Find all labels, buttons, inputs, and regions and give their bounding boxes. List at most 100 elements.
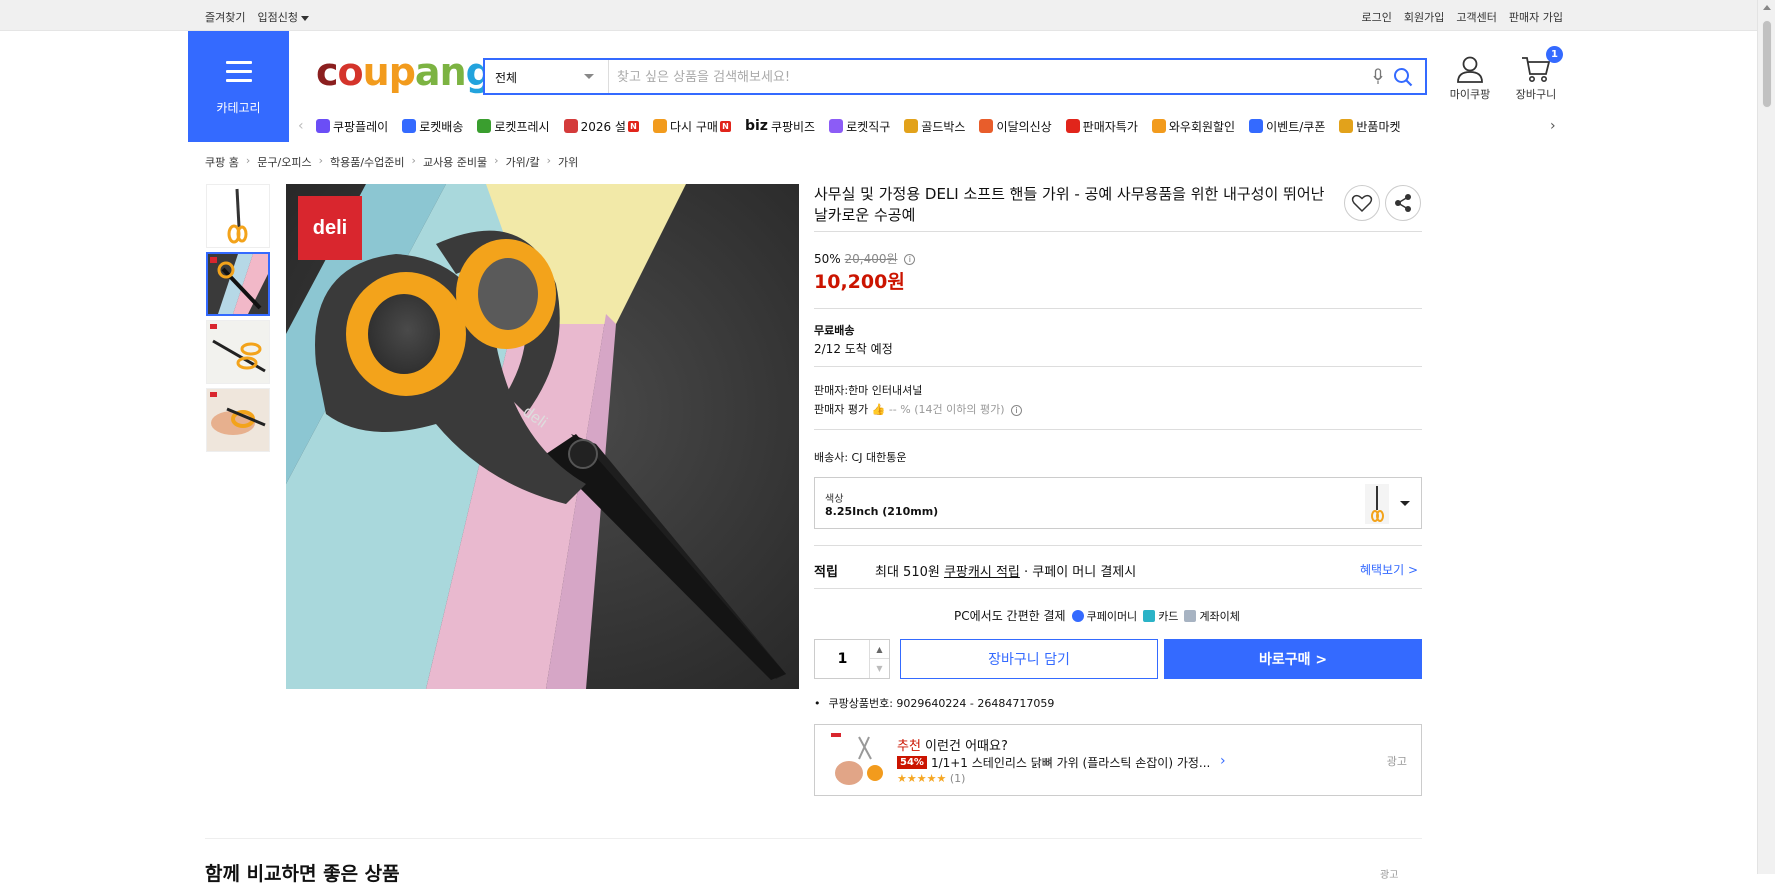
nav-item[interactable]: 반품마켓 [1339, 118, 1401, 135]
seller-apply-menu[interactable]: 입점신청 [257, 9, 309, 25]
color-option-select[interactable]: 색상 8.25Inch (210mm) [814, 477, 1422, 529]
product-thumbnail[interactable] [206, 184, 270, 248]
seller-signup-link[interactable]: 판매자 가입 [1509, 9, 1563, 25]
scroll-up-arrow-icon[interactable] [1763, 5, 1771, 10]
login-link[interactable]: 로그인 [1362, 9, 1392, 25]
product-thumbnail[interactable] [206, 320, 270, 384]
nav-item[interactable]: biz 쿠팡비즈 [745, 118, 815, 135]
coupang-cash-link[interactable]: 쿠팡캐시 적립 [944, 565, 1020, 580]
product-number: 쿠팡상품번호: 9029640224 - 26484717059 [814, 695, 1055, 711]
home-icon [652, 119, 667, 133]
favorites-link[interactable]: 즐겨찾기 [205, 9, 245, 25]
recommendation-head: 추천 이런건 어때요? [897, 735, 1008, 754]
category-menu-button[interactable]: 카테고리 [188, 31, 289, 142]
gift-icon [563, 119, 578, 133]
rocket-fresh-icon [477, 119, 492, 133]
divider [814, 231, 1422, 232]
option-thumbnail [1365, 484, 1389, 524]
share-button[interactable] [1385, 185, 1421, 221]
buy-now-button[interactable]: 바로구매 > [1164, 639, 1422, 679]
wishlist-button[interactable] [1344, 185, 1380, 221]
carrier-info: 배송사: CJ 대한통운 [814, 451, 907, 464]
nav-next-icon[interactable]: › [1550, 118, 1568, 134]
rocket-icon [402, 119, 417, 133]
nav-item-label: 판매자특가 [1082, 119, 1138, 134]
product-thumbnail-selected[interactable] [206, 252, 270, 316]
search-bar: 전체 [483, 58, 1427, 95]
info-icon[interactable]: i [1011, 404, 1022, 416]
add-to-cart-button[interactable]: 장바구니 담기 [900, 639, 1158, 679]
cart-button[interactable]: 1 장바구니 [1510, 46, 1563, 102]
cart-label: 장바구니 [1515, 88, 1557, 101]
signup-link[interactable]: 회원가입 [1404, 9, 1444, 25]
reward-text: 최대 510원 쿠팡캐시 적립 · 쿠페이 머니 결제시 [875, 561, 1136, 580]
info-icon[interactable]: i [904, 254, 916, 265]
logo-letter: p [388, 50, 416, 94]
option-value: 8.25Inch (210mm) [825, 505, 939, 518]
breadcrumb-item[interactable]: 학용품/수업준비 [330, 154, 405, 170]
nav-item[interactable]: 골드박스 [904, 118, 965, 135]
nav-item[interactable]: 판매자특가 [1065, 118, 1138, 135]
quantity-decrease-icon[interactable]: ▼ [869, 659, 889, 678]
nav-item-label: 다시 구매 [669, 119, 718, 134]
customer-center-link[interactable]: 고객센터 [1456, 9, 1496, 25]
chevron-right-icon[interactable]: › [1220, 753, 1226, 769]
bank-transfer-item: 계좌이체 [1184, 608, 1240, 624]
new-badge: N [719, 120, 731, 132]
microphone-icon[interactable] [1373, 68, 1383, 86]
nav-item[interactable]: 로켓프레시 [477, 118, 550, 135]
nav-item[interactable]: 이벤트/쿠폰 [1249, 118, 1325, 135]
breadcrumb-item[interactable]: 쿠팡 홈 [205, 154, 239, 170]
chevron-down-icon [300, 15, 309, 21]
product-main-image[interactable]: deli deli [286, 184, 799, 689]
coupay-money-item: 쿠페이머니 [1071, 608, 1137, 624]
search-input[interactable] [617, 66, 1337, 88]
search-scope-value: 전체 [495, 71, 518, 85]
logo-letter: c [316, 50, 339, 94]
breadcrumb-item[interactable]: 가위/칼 [506, 154, 540, 170]
shipping-date: 2/12 도착 예정 [814, 342, 893, 356]
recommendation-head-text: 이런건 어때요? [920, 739, 1008, 754]
divider [814, 588, 1422, 589]
quantity-input[interactable] [815, 640, 870, 678]
divider [814, 366, 1422, 367]
coupang-logo[interactable]: coupang [316, 50, 493, 94]
nav-prev-icon[interactable]: ‹ [298, 118, 316, 134]
breadcrumb: 쿠팡 홈 › 문구/오피스 › 학용품/수업준비 › 교사용 준비물 › 가위/칼 › 가… [205, 154, 578, 170]
nav-item[interactable]: 로켓배송 [402, 118, 463, 135]
globe-icon [829, 119, 844, 133]
search-scope-select[interactable]: 전체 [485, 60, 609, 93]
nav-item-label: 쿠팡비즈 [770, 119, 816, 134]
seller-name[interactable]: 판매자:한마 인터내셔널 [814, 382, 922, 398]
nav-item[interactable]: 2026 설N [563, 118, 639, 135]
logo-letter: u [362, 50, 390, 94]
scrollbar-thumb[interactable] [1762, 20, 1772, 108]
quantity-increase-icon[interactable]: ▲ [869, 640, 889, 659]
breadcrumb-item[interactable]: 문구/오피스 [257, 154, 311, 170]
recommendation-image [829, 731, 887, 789]
mycoupang-button[interactable]: 마이쿠팡 [1445, 55, 1495, 102]
coupon-icon [1249, 119, 1264, 133]
seller-apply-label: 입점신청 [257, 11, 298, 24]
nav-item-label: 2026 설 [580, 119, 626, 134]
product-thumbnail[interactable] [206, 388, 270, 452]
reward-label: 적립 [814, 565, 838, 580]
nav-item[interactable]: 쿠팡플레이 [316, 118, 388, 135]
page-scrollbar[interactable] [1757, 0, 1775, 874]
nav-item[interactable]: 이달의신상 [979, 118, 1052, 135]
market-icon [1339, 119, 1354, 133]
top-utility-bar: 즐겨찾기 입점신청 로그인 회원가입 고객센터 판매자 가입 [0, 0, 1757, 31]
ad-label: 광고 [1386, 755, 1407, 768]
play-icon [316, 119, 330, 133]
discount-rate: 50% [814, 252, 841, 266]
nav-item[interactable]: 다시 구매 N [652, 118, 731, 135]
breadcrumb-item[interactable]: 교사용 준비물 [423, 154, 487, 170]
nav-item[interactable]: 와우회원할인 [1151, 118, 1235, 135]
recommendation-card[interactable]: 추천 이런건 어때요? 54% 1/1+1 스테인리스 닭뼈 가위 (플라스틱 … [814, 724, 1422, 796]
benefits-link[interactable]: 혜택보기 > [1360, 561, 1418, 578]
recommendation-name: 1/1+1 스테인리스 닭뼈 가위 (플라스틱 손잡이) 가정... [930, 756, 1211, 770]
search-icon[interactable] [1393, 67, 1413, 87]
nav-item[interactable]: 로켓직구 [829, 118, 890, 135]
percent-icon [1065, 119, 1080, 133]
breadcrumb-item[interactable]: 가위 [558, 154, 578, 170]
